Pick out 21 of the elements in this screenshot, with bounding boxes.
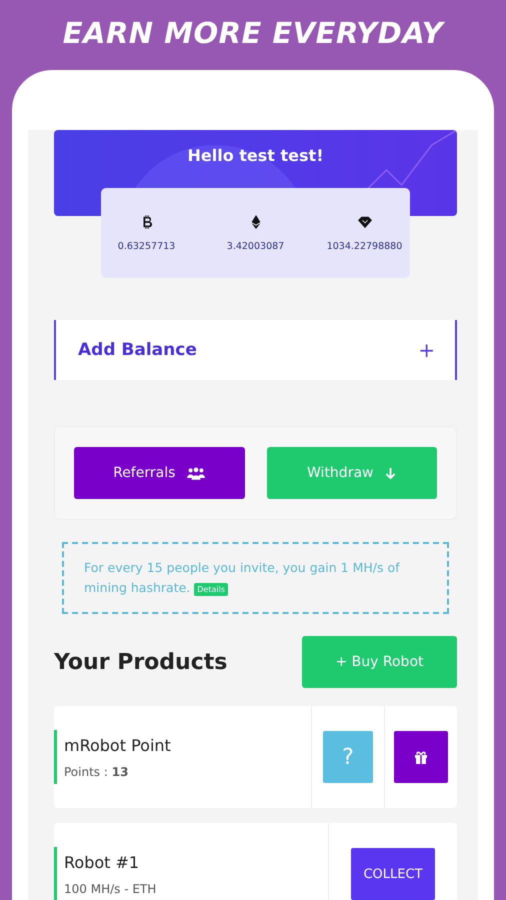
gift-button[interactable]: [394, 731, 448, 783]
gift-icon: [414, 750, 428, 764]
product-name: mRobot Point: [64, 736, 172, 754]
greeting: Hello test test!: [186, 145, 324, 165]
section-title: Your Products: [54, 650, 228, 674]
balance-amount: 0.63257713: [118, 240, 176, 252]
arrow-down-icon: [385, 466, 396, 480]
gem-icon: [358, 214, 372, 228]
info-text: For every 15 people you invite, you gain 1 MH/s of mining hashrate. Details: [84, 559, 401, 598]
referrals-button[interactable]: Referrals: [74, 447, 244, 499]
product-name: Robot #1: [64, 852, 140, 872]
headline: EARN MORE EVERYDAY: [62, 15, 446, 52]
add-balance-row[interactable]: Add Balance +: [54, 320, 457, 380]
product-detail: Points : 13: [64, 764, 130, 778]
add-balance-label: Add Balance: [78, 340, 197, 360]
product-detail: 100 MH/s - ETH: [64, 882, 158, 896]
people-icon: [187, 466, 206, 480]
balance-amount: 1034.22798880: [326, 240, 402, 252]
collect-button[interactable]: COLLECT: [351, 848, 435, 900]
balance-amount: 3.42003087: [226, 240, 284, 252]
expand-toggle[interactable]: +: [418, 338, 435, 362]
